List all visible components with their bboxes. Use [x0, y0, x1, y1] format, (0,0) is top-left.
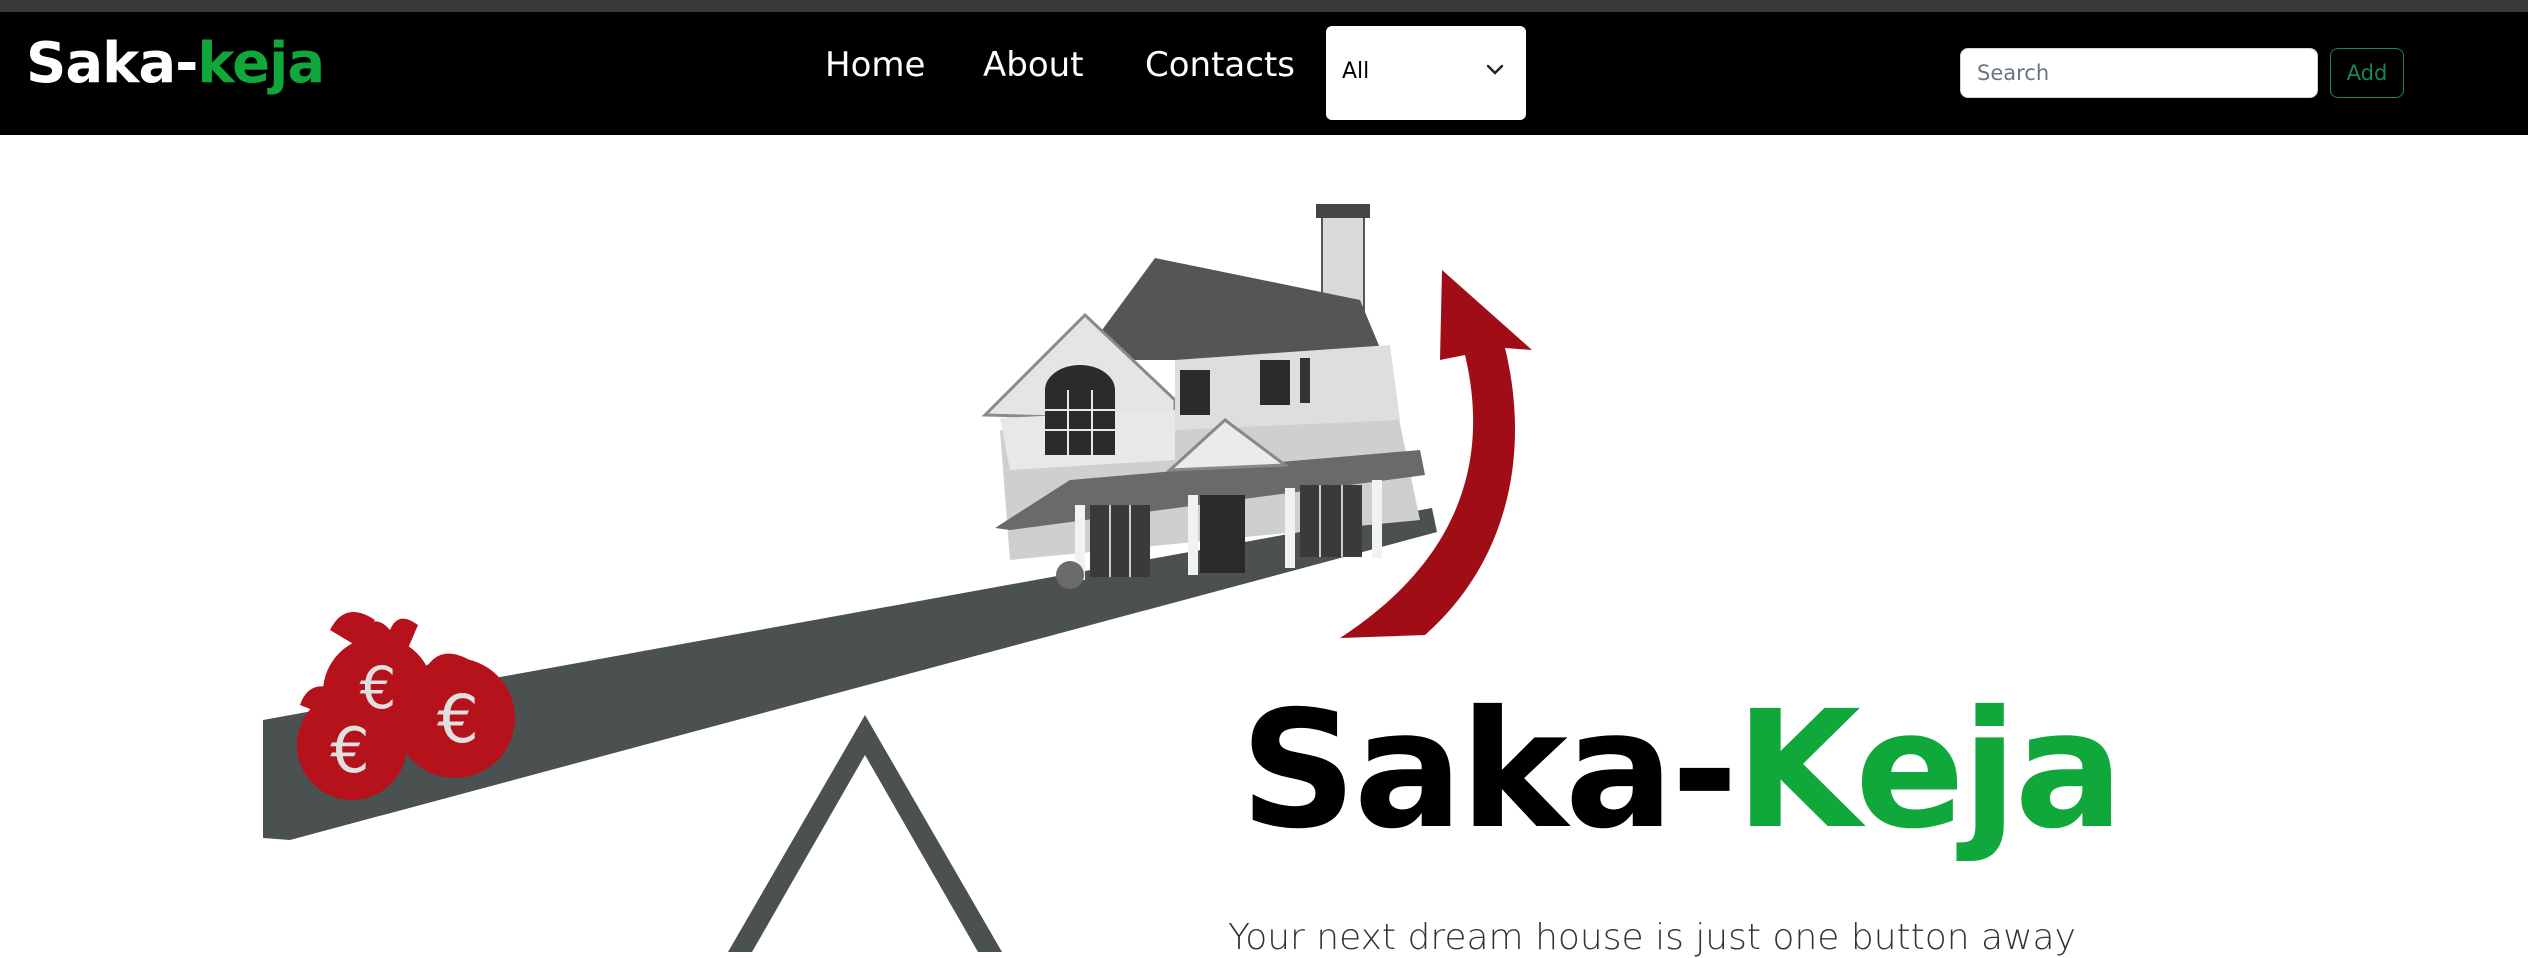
hero-title-part-2: Keja	[1735, 677, 2123, 865]
chevron-down-icon	[1486, 64, 1504, 75]
search-input[interactable]	[1960, 48, 2318, 98]
nav-about-link[interactable]: About	[983, 48, 1084, 82]
navbar: Saka-keja Home About Contacts All Add	[0, 12, 2528, 135]
svg-text:€: €	[437, 681, 479, 758]
svg-text:€: €	[360, 654, 397, 722]
hero-title: Saka-Keja	[1240, 690, 2124, 852]
hero-tagline: Your next dream house is just one button…	[1228, 917, 2076, 958]
window-top-strip	[0, 0, 2528, 12]
category-select-value: All	[1342, 59, 1370, 84]
house-icon	[981, 204, 1425, 589]
brand-logo[interactable]: Saka-keja	[26, 36, 325, 92]
brand-part-2: keja	[197, 31, 325, 96]
svg-text:€: €	[330, 714, 369, 787]
add-button[interactable]: Add	[2330, 48, 2404, 98]
hero-title-part-1: Saka-	[1240, 677, 1738, 865]
nav-contacts-link[interactable]: Contacts	[1145, 48, 1295, 82]
brand-part-1: Saka-	[26, 31, 198, 96]
category-select[interactable]: All	[1326, 26, 1526, 120]
nav-home-link[interactable]: Home	[825, 48, 925, 82]
